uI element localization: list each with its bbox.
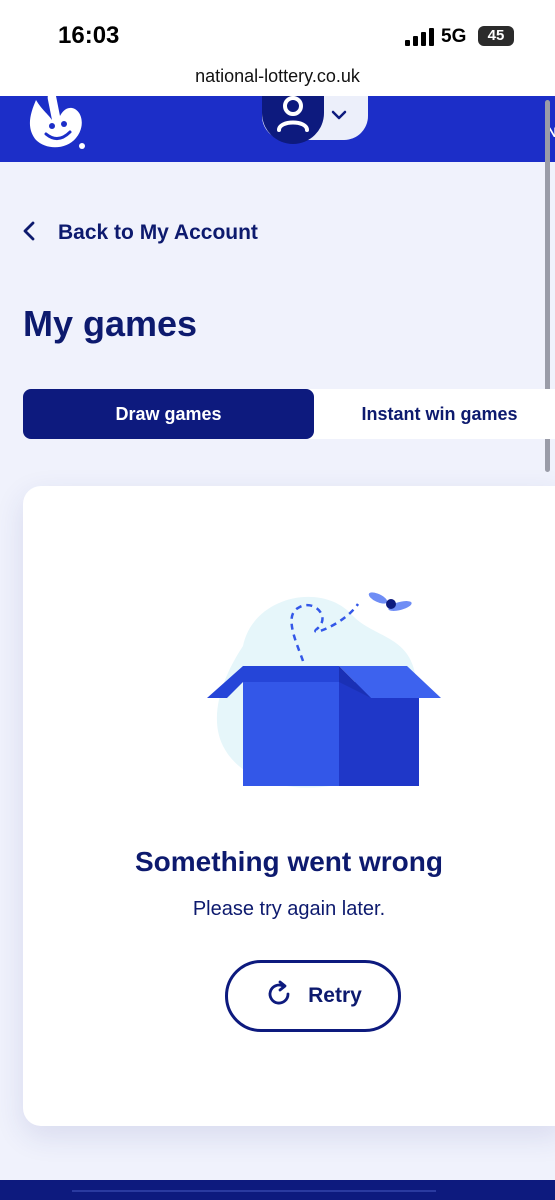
error-card: Something went wrong Please try again la… xyxy=(23,486,555,1126)
url-text: national-lottery.co.uk xyxy=(195,66,360,86)
chevron-down-icon[interactable] xyxy=(330,108,348,126)
page-title: My games xyxy=(23,303,198,344)
back-to-account-link[interactable]: Back to My Account xyxy=(22,218,258,248)
battery-indicator: 45 xyxy=(478,26,514,46)
crossed-fingers-logo-icon[interactable] xyxy=(22,96,92,159)
chevron-left-icon xyxy=(22,220,36,247)
error-title: Something went wrong xyxy=(135,846,443,877)
network-label: 5G xyxy=(441,26,467,47)
address-bar[interactable]: national-lottery.co.uk xyxy=(0,60,555,96)
retry-label: Retry xyxy=(308,984,362,1007)
signal-icon xyxy=(405,28,435,51)
error-subtitle: Please try again later. xyxy=(192,898,386,920)
tab-instant-win-games[interactable]: Instant win games xyxy=(314,389,555,439)
back-link-label: Back to My Account xyxy=(58,221,258,244)
status-bar: 16:03 5G 45 xyxy=(0,0,555,60)
user-icon xyxy=(262,96,324,148)
refresh-icon xyxy=(264,979,294,1014)
footer-divider xyxy=(72,1190,436,1192)
status-time: 16:03 xyxy=(58,22,120,49)
site-header: N xyxy=(0,96,555,162)
empty-box-with-fly-icon xyxy=(203,586,453,801)
tab-draw-games[interactable]: Draw games xyxy=(23,389,314,439)
retry-button[interactable]: Retry xyxy=(225,960,401,1032)
avatar[interactable] xyxy=(262,96,324,144)
games-tabs: Draw games Instant win games xyxy=(23,389,555,439)
